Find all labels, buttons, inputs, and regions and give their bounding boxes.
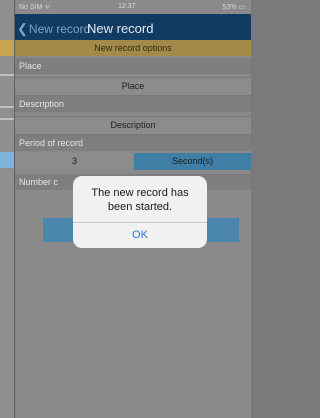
left-panel-strip: [0, 0, 15, 418]
back-button-label: New record: [28, 22, 91, 36]
description-label: Description: [15, 96, 251, 112]
place-label: Place: [15, 58, 251, 74]
left-strip-band: [0, 106, 14, 108]
left-strip-band: [0, 118, 14, 120]
description-field[interactable]: Description: [15, 116, 251, 135]
status-bar: No SIM ᯤ 12:37 53% ▭: [15, 0, 251, 14]
alert-dialog: The new record has been started. OK: [73, 176, 207, 248]
navigation-bar: ❮New record New record: [15, 14, 251, 40]
clock: 12:37: [118, 3, 136, 10]
alert-message: The new record has been started.: [91, 187, 189, 213]
alert-ok-button[interactable]: OK: [73, 223, 207, 248]
left-strip-band: [0, 152, 14, 168]
place-field[interactable]: Place: [15, 77, 251, 96]
back-button[interactable]: ❮New record: [17, 21, 90, 37]
carrier-label: No SIM ᯤ: [19, 4, 51, 11]
chevron-left-icon: ❮: [17, 21, 28, 36]
left-strip-band: [0, 40, 14, 56]
battery-indicator: 53% ▭: [222, 4, 245, 11]
period-row: 3 Second(s): [15, 153, 251, 170]
section-header: New record options: [15, 40, 251, 56]
phone-screen: No SIM ᯤ 12:37 53% ▭ ❮New record New rec…: [15, 0, 251, 418]
period-number-field[interactable]: 3: [15, 153, 134, 170]
period-label: Period of record: [15, 135, 251, 151]
left-strip-band: [0, 74, 14, 76]
period-unit-selector[interactable]: Second(s): [134, 153, 251, 170]
page-title: New record: [87, 21, 154, 36]
